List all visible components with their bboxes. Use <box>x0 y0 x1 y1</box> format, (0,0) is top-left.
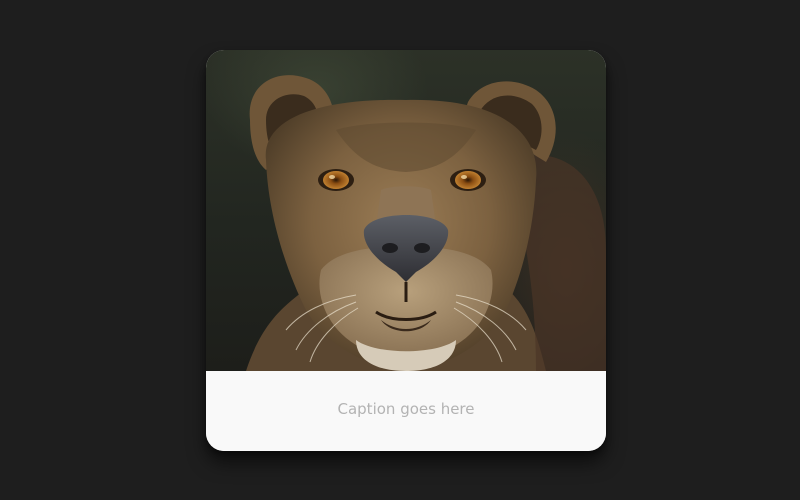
card-caption: Caption goes here <box>337 400 475 418</box>
caption-area: Caption goes here <box>206 371 606 451</box>
lioness-photo <box>206 50 606 371</box>
lioness-illustration <box>246 75 606 371</box>
image-card: Caption goes here <box>206 50 606 451</box>
